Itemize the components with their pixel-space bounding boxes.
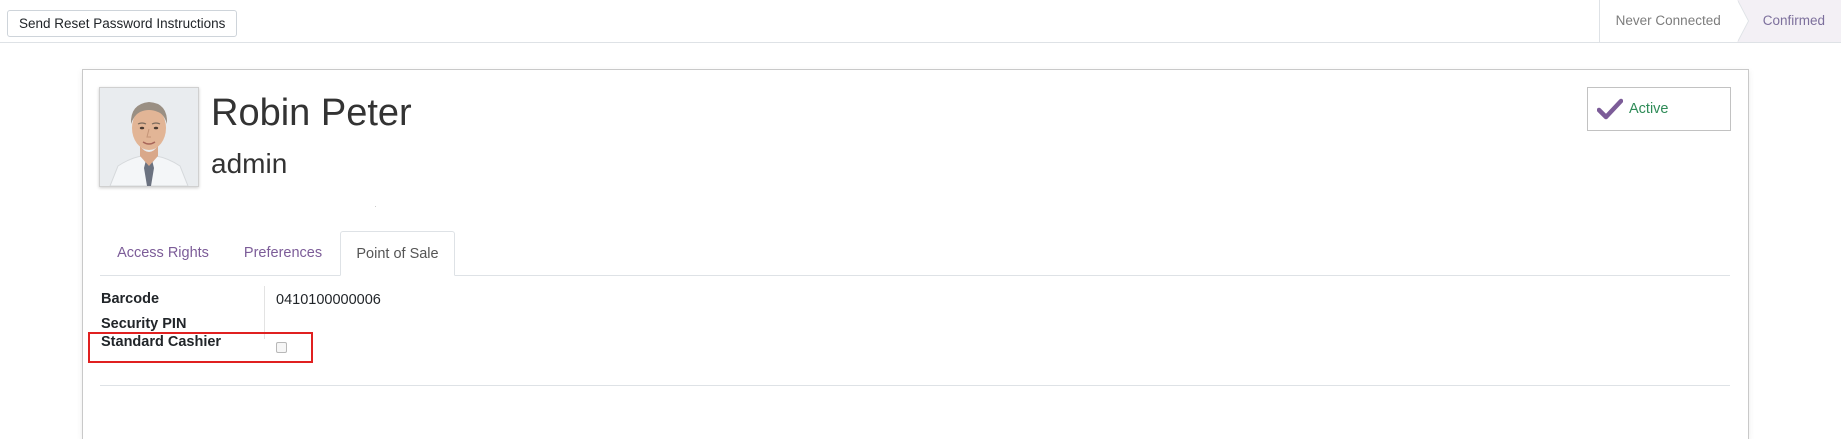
- person-photo-icon: [100, 88, 198, 186]
- tab-point-of-sale[interactable]: Point of Sale: [340, 231, 455, 276]
- separator-dot: [375, 206, 376, 207]
- form-tabs: Access Rights Preferences Point of Sale: [100, 231, 1730, 276]
- user-name[interactable]: Robin Peter: [211, 88, 412, 138]
- highlight-box: [88, 332, 313, 363]
- tab-preferences[interactable]: Preferences: [226, 231, 340, 275]
- check-icon: [1597, 98, 1623, 120]
- stage-arrow-fill: [1736, 0, 1748, 42]
- tab-access-rights[interactable]: Access Rights: [100, 231, 226, 275]
- section-divider: [100, 385, 1730, 386]
- barcode-field[interactable]: 0410100000006: [276, 292, 381, 308]
- active-label: Active: [1629, 101, 1669, 117]
- active-toggle-button[interactable]: Active: [1587, 87, 1731, 131]
- send-reset-password-button[interactable]: Send Reset Password Instructions: [7, 10, 238, 37]
- user-form-sheet: Robin Peter admin Active Access Rights P…: [82, 69, 1749, 439]
- user-login[interactable]: admin: [211, 144, 287, 184]
- security-pin-label: Security PIN: [101, 316, 187, 332]
- stage-confirmed[interactable]: Confirmed: [1736, 0, 1841, 42]
- stage-label: Confirmed: [1762, 13, 1825, 28]
- stage-label: Never Connected: [1615, 13, 1721, 28]
- status-stages: Never Connected Confirmed: [1598, 0, 1841, 42]
- form-statusbar: Send Reset Password Instructions Never C…: [0, 0, 1841, 43]
- barcode-label: Barcode: [101, 291, 160, 307]
- user-avatar[interactable]: [99, 87, 199, 187]
- stage-never-connected[interactable]: Never Connected: [1600, 0, 1749, 42]
